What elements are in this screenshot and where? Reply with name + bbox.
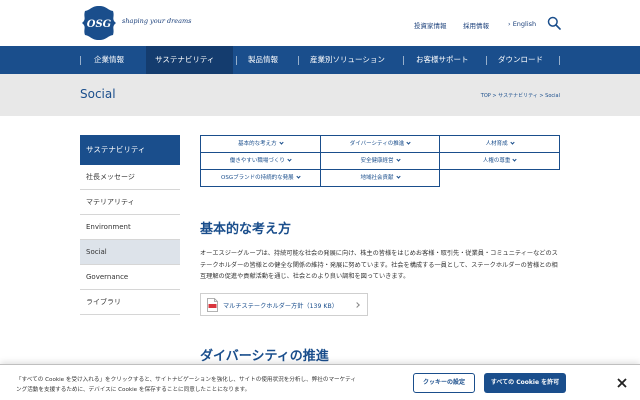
anchor-workplace[interactable]: 働きやすい職場づくり xyxy=(201,153,321,170)
anchor-health-safety[interactable]: 安全健康経営 xyxy=(320,153,441,170)
anchor-label: 基本的な考え方 xyxy=(238,141,277,147)
logo-text: OSG xyxy=(87,19,112,30)
english-link-label: English xyxy=(512,20,537,28)
anchor-label: 人材育成 xyxy=(485,141,508,147)
breadcrumb-separator: > xyxy=(492,93,497,99)
anchor-label: 人権の尊重 xyxy=(482,158,511,164)
chevron-down-icon xyxy=(395,174,401,179)
chevron-down-icon xyxy=(395,157,401,162)
anchor-link-grid: 基本的な考え方 ダイバーシティの推進 人材育成 働きやすい職場づくり 安全健康経… xyxy=(200,135,561,187)
nav-item-sustainability[interactable]: サステナビリティ xyxy=(146,46,233,74)
global-nav: 企業情報 サステナビリティ 製品情報 産業別ソリューション お客様サポート ダウ… xyxy=(0,46,640,74)
pdf-icon xyxy=(207,298,218,312)
chevron-down-icon xyxy=(512,157,518,162)
section-title-basic-approach: 基本的な考え方 xyxy=(200,222,292,237)
nav-divider xyxy=(298,56,299,65)
recruit-link[interactable]: 採用情報 xyxy=(463,20,489,30)
anchor-talent-development[interactable]: 人材育成 xyxy=(440,136,561,153)
anchor-basic-approach[interactable]: 基本的な考え方 xyxy=(201,136,321,153)
sidebar-item-president-message[interactable]: 社長メッセージ xyxy=(80,165,180,190)
nav-divider xyxy=(486,56,487,65)
pdf-link-label: マルチステークホルダー方針（139 KB） xyxy=(223,303,338,310)
nav-divider xyxy=(403,56,404,65)
sidebar-item-social[interactable]: Social xyxy=(80,240,180,265)
nav-item-company[interactable]: 企業情報 xyxy=(94,46,124,74)
anchor-label: ダイバーシティの推進 xyxy=(349,141,405,147)
cookie-banner: 「すべての Cookie を受け入れる」をクリックすると、サイトナビゲーションを… xyxy=(0,364,640,400)
breadcrumb-home[interactable]: TOP xyxy=(481,93,491,99)
breadcrumb-separator: > xyxy=(539,93,544,99)
chevron-down-icon xyxy=(278,140,284,145)
nav-item-download[interactable]: ダウンロード xyxy=(498,46,543,74)
nav-item-industry-solutions[interactable]: 産業別ソリューション xyxy=(310,46,385,74)
anchor-community[interactable]: 地域社会貢献 xyxy=(320,170,441,187)
anchor-osg-brand[interactable]: OSGブランドの持続的な発展 xyxy=(201,170,321,187)
cookie-notice-text: 「すべての Cookie を受け入れる」をクリックすると、サイトナビゲーションを… xyxy=(16,377,356,393)
page-title: Social xyxy=(80,87,116,101)
brand-tagline: shaping your dreams xyxy=(122,17,192,25)
breadcrumb-parent[interactable]: サステナビリティ xyxy=(498,93,538,99)
nav-divider xyxy=(236,56,237,65)
english-link[interactable]: › English xyxy=(508,20,536,28)
section-paragraph: オーエスジーグループは、持続可能な社会の発展に向け、株主の皆様をはじめお客様・取… xyxy=(200,250,558,280)
nav-divider xyxy=(80,56,81,65)
section-title-diversity: ダイバーシティの推進 xyxy=(200,349,329,364)
close-icon[interactable] xyxy=(616,377,628,389)
chevron-down-icon xyxy=(406,140,411,145)
sidebar-item-governance[interactable]: Governance xyxy=(80,265,180,290)
sidebar-item-environment[interactable]: Environment xyxy=(80,215,180,240)
page-title-band: Social TOP > サステナビリティ > Social xyxy=(0,74,640,116)
sidebar-heading[interactable]: サステナビリティ xyxy=(80,135,180,165)
nav-item-customer-support[interactable]: お客様サポート xyxy=(416,46,469,74)
anchor-diversity[interactable]: ダイバーシティの推進 xyxy=(320,136,441,153)
investor-relations-link[interactable]: 投資家情報 xyxy=(414,20,447,30)
chevron-down-icon xyxy=(296,174,301,179)
breadcrumb-current: Social xyxy=(545,93,560,99)
sidebar: サステナビリティ 社長メッセージ マテリアリティ Environment Soc… xyxy=(80,135,180,315)
anchor-empty-cell xyxy=(440,170,560,187)
chevron-down-icon xyxy=(287,157,292,162)
osg-logo[interactable]: OSG xyxy=(80,5,118,41)
nav-item-products[interactable]: 製品情報 xyxy=(248,46,278,74)
cookie-settings-button[interactable]: クッキーの設定 xyxy=(413,373,475,393)
search-icon[interactable] xyxy=(547,16,561,30)
anchor-label: 働きやすい職場づくり xyxy=(229,158,285,164)
chevron-right-icon: › xyxy=(508,20,511,28)
site-header: OSG shaping your dreams 投資家情報 採用情報 › Eng… xyxy=(0,0,640,46)
anchor-label: 安全健康経営 xyxy=(360,158,394,164)
chevron-down-icon xyxy=(510,140,515,145)
sidebar-item-library[interactable]: ライブラリ xyxy=(80,290,180,315)
nav-divider xyxy=(559,56,560,65)
anchor-human-rights[interactable]: 人権の尊重 xyxy=(440,153,561,170)
sidebar-item-materiality[interactable]: マテリアリティ xyxy=(80,190,180,215)
multi-stakeholder-policy-pdf-link[interactable]: マルチステークホルダー方針（139 KB） xyxy=(200,293,368,316)
anchor-label: 地域社会貢献 xyxy=(360,175,394,181)
breadcrumb: TOP > サステナビリティ > Social xyxy=(481,92,560,99)
anchor-label: OSGブランドの持続的な発展 xyxy=(221,175,294,181)
accept-all-cookies-button[interactable]: すべての Cookie を許可 xyxy=(484,373,566,393)
chevron-right-icon xyxy=(354,302,360,308)
